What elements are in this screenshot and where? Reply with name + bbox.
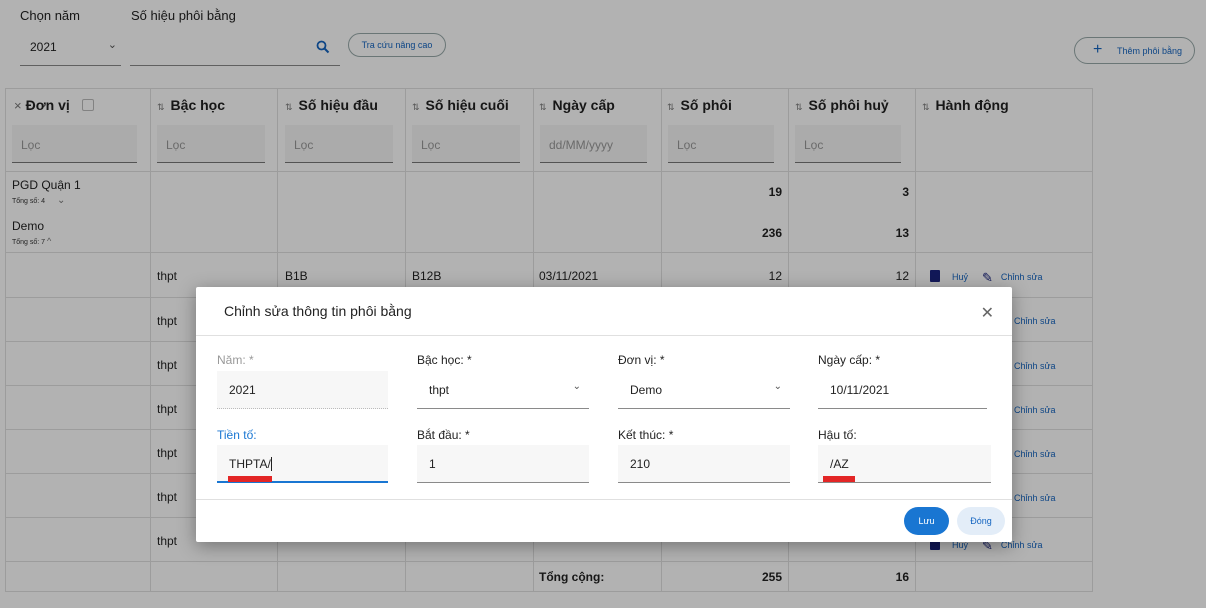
close-button[interactable]: Đóng bbox=[957, 507, 1005, 535]
end-field-label: Kết thúc: * bbox=[618, 428, 674, 442]
year-field: 2021 bbox=[217, 371, 388, 409]
start-field[interactable]: 1 bbox=[417, 445, 589, 483]
level-field-label: Bậc học: * bbox=[417, 353, 472, 367]
prefix-field-label: Tiền tố: bbox=[217, 428, 257, 442]
chevron-down-icon: ⌄ bbox=[773, 381, 782, 392]
unit-select-value: Demo bbox=[630, 383, 663, 397]
edit-blank-dialog: Chỉnh sửa thông tin phôi bằng ✕ Năm: * 2… bbox=[196, 287, 1012, 542]
year-field-value: 2021 bbox=[229, 383, 256, 397]
issue-date-field-label: Ngày cấp: * bbox=[818, 353, 881, 367]
start-field-value: 1 bbox=[429, 457, 436, 471]
save-button[interactable]: Lưu bbox=[904, 507, 949, 535]
issue-date-field[interactable]: 10/11/2021 bbox=[818, 371, 987, 409]
unit-field-label: Đơn vị: * bbox=[618, 353, 665, 367]
dialog-title: Chỉnh sửa thông tin phôi bằng bbox=[224, 303, 412, 319]
start-field-label: Bắt đầu: * bbox=[417, 428, 470, 442]
highlight-mark bbox=[228, 476, 272, 482]
suffix-field-value: /AZ bbox=[830, 457, 849, 471]
unit-select[interactable]: Demo ⌄ bbox=[618, 371, 790, 409]
chevron-down-icon: ⌄ bbox=[572, 381, 581, 392]
suffix-field-label: Hậu tố: bbox=[818, 428, 857, 442]
level-select[interactable]: thpt ⌄ bbox=[417, 371, 589, 409]
close-icon[interactable]: ✕ bbox=[981, 303, 994, 323]
issue-date-value: 10/11/2021 bbox=[830, 383, 890, 397]
year-field-label: Năm: * bbox=[217, 353, 254, 367]
end-field[interactable]: 210 bbox=[618, 445, 790, 483]
end-field-value: 210 bbox=[630, 457, 651, 471]
prefix-field-value: THPTA/ bbox=[229, 457, 272, 471]
level-select-value: thpt bbox=[429, 383, 450, 397]
highlight-mark bbox=[823, 476, 855, 482]
